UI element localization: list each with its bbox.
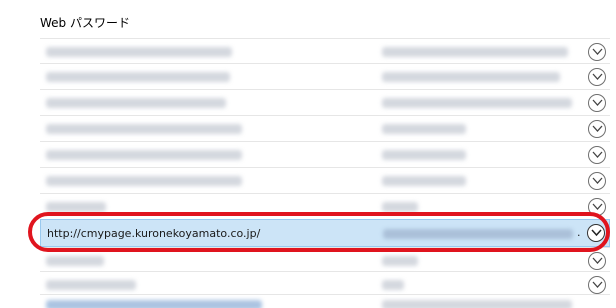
blurred-user-name [383,229,573,239]
user-name-suffix: . [577,226,581,239]
blurred-user-name [382,256,418,266]
blurred-user-name [382,47,568,57]
blurred-web-address [46,72,230,82]
blurred-web-address [46,47,232,57]
blurred-user-name [382,124,466,134]
credential-row[interactable] [40,247,610,271]
expand-chevron-icon[interactable] [588,172,606,190]
blurred-user-name [382,280,404,290]
blurred-web-address [46,202,106,212]
credential-row[interactable] [40,115,610,141]
blurred-web-address [46,150,242,160]
blurred-web-address [46,124,242,134]
blurred-web-address [46,256,104,266]
blurred-partial-row [382,300,572,308]
expand-chevron-icon[interactable] [588,43,606,61]
credential-row[interactable] [40,89,610,115]
credential-row[interactable] [40,271,610,295]
expand-chevron-icon[interactable] [588,94,606,112]
blurred-web-address [46,280,136,290]
credential-row[interactable] [40,167,610,193]
expand-chevron-icon[interactable] [588,198,606,216]
blurred-web-address [46,176,242,186]
section-title: Web パスワード [40,16,130,30]
expand-chevron-icon[interactable] [588,252,606,270]
expand-chevron-icon[interactable] [588,120,606,138]
credential-manager-page: Web パスワード http://cmypage.kuronekoyamato.… [0,0,616,308]
expand-chevron-icon[interactable] [587,224,605,242]
expand-chevron-icon[interactable] [588,276,606,294]
expand-chevron-icon[interactable] [588,146,606,164]
credential-row[interactable] [40,38,610,63]
credential-list: http://cmypage.kuronekoyamato.co.jp/ . [40,38,610,295]
credential-row[interactable] [40,141,610,167]
blurred-user-name [382,72,560,82]
credential-row[interactable] [40,63,610,89]
blurred-partial-row [46,300,262,308]
blurred-user-name [382,176,466,186]
credential-row[interactable] [40,193,610,219]
web-address: http://cmypage.kuronekoyamato.co.jp/ [47,227,261,240]
blurred-user-name [382,98,572,108]
blurred-web-address [46,98,226,108]
blurred-user-name [382,202,418,212]
expand-chevron-icon[interactable] [588,68,606,86]
blurred-user-name [382,150,466,160]
credential-row-selected[interactable]: http://cmypage.kuronekoyamato.co.jp/ . [40,219,610,247]
